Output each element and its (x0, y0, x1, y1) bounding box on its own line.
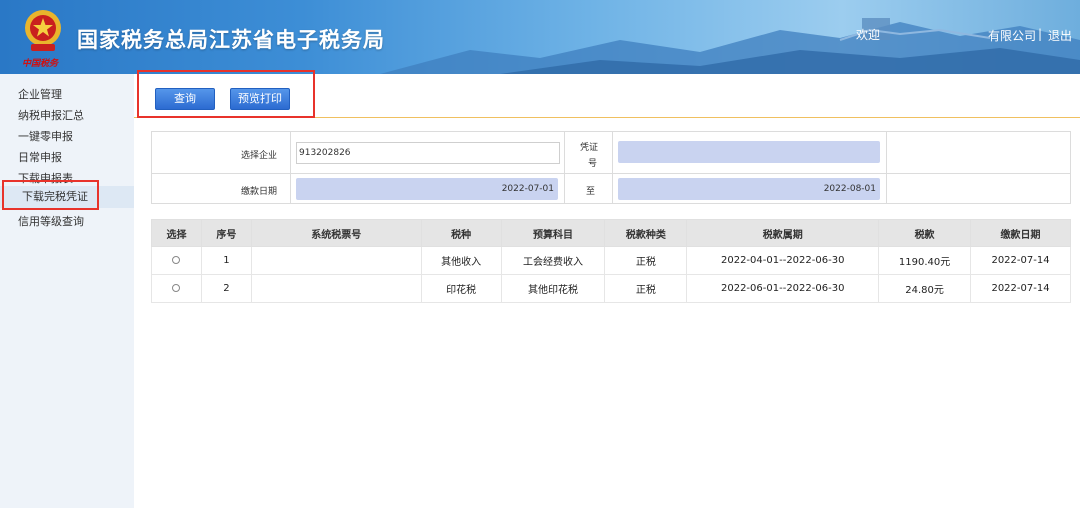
logout-link[interactable]: 退出 (1048, 27, 1072, 44)
header-banner: 中国税务 国家税务总局江苏省电子税务局 欢迎 有限公司 | 退出 (0, 0, 1080, 74)
row-budget: 其他印花税 (500, 274, 606, 303)
col-select: 选择 (151, 219, 202, 247)
sidebar: 企业管理 纳税申报汇总 一键零申报 日常申报 下载申报表 下载完税凭证 信用等级… (0, 74, 134, 508)
row-radio-button[interactable] (172, 256, 181, 264)
row-pay-date: 2022-07-14 (970, 246, 1071, 275)
sidebar-item-company-management[interactable]: 企业管理 (18, 86, 62, 102)
row-radio-button[interactable] (172, 284, 181, 292)
sidebar-item-download-declaration[interactable]: 下载申报表 (18, 170, 73, 186)
date-from-input[interactable]: 2022-07-01 (296, 178, 558, 200)
sidebar-item-download-tax-certificate[interactable]: 下载完税凭证 (0, 186, 134, 208)
col-period: 税款属期 (686, 219, 880, 247)
query-button[interactable]: 查询 (155, 88, 215, 110)
voucher-label-2: 号 (588, 159, 598, 169)
voucher-label-1: 凭证 (580, 143, 599, 153)
col-ticket: 系统税票号 (250, 219, 422, 247)
col-tax-type: 税种 (420, 219, 502, 247)
row-amount: 1190.40元 (878, 246, 972, 275)
row-seq: 1 (200, 246, 252, 275)
row-budget: 工会经费收入 (500, 246, 606, 275)
row-tax-type: 其他收入 (420, 246, 502, 275)
row-select-cell[interactable] (151, 246, 202, 275)
query-form: 选择企业 913202826 凭证 号 缴款日期 2022-07-01 至 20… (151, 131, 1071, 204)
table-header-row: 选择 序号 系统税票号 税种 预算科目 税款种类 税款属期 税款 缴款日期 (151, 219, 1071, 247)
row-pay-date: 2022-07-14 (970, 274, 1071, 303)
row-period: 2022-06-01--2022-06-30 (686, 274, 880, 303)
company-name: 有限公司 (988, 29, 1037, 43)
row-select-cell[interactable] (151, 274, 202, 303)
welcome-text: 欢迎 (856, 28, 881, 42)
print-preview-button[interactable]: 预览打印 (230, 88, 290, 110)
company-label: 选择企业 (241, 151, 278, 161)
sidebar-item-daily-declaration[interactable]: 日常申报 (18, 149, 62, 165)
col-kind: 税款种类 (604, 219, 688, 247)
header-separator: | (1038, 27, 1043, 41)
tax-emblem-icon (25, 10, 61, 51)
date-to-input[interactable]: 2022-08-01 (618, 178, 880, 200)
voucher-number-input[interactable] (618, 141, 880, 163)
col-budget: 预算科目 (500, 219, 606, 247)
col-amount: 税款 (878, 219, 972, 247)
to-label: 至 (586, 187, 596, 197)
col-pay-date: 缴款日期 (970, 219, 1071, 247)
company-select[interactable]: 913202826 (296, 142, 560, 164)
pay-date-label: 缴款日期 (241, 187, 278, 197)
sidebar-item-credit-rating[interactable]: 信用等级查询 (18, 213, 84, 229)
row-seq: 2 (200, 274, 252, 303)
sidebar-item-zero-declaration[interactable]: 一键零申报 (18, 128, 73, 144)
row-ticket (250, 274, 422, 303)
row-amount: 24.80元 (878, 274, 972, 303)
row-kind: 正税 (604, 274, 688, 303)
row-ticket (250, 246, 422, 275)
tax-certificate-table: 选择 序号 系统税票号 税种 预算科目 税款种类 税款属期 税款 缴款日期 1 … (151, 219, 1071, 303)
col-seq: 序号 (200, 219, 252, 247)
row-kind: 正税 (604, 246, 688, 275)
site-title: 国家税务总局江苏省电子税务局 (77, 28, 385, 52)
table-row[interactable]: 2 印花税 其他印花税 正税 2022-06-01--2022-06-30 24… (151, 274, 1071, 303)
row-period: 2022-04-01--2022-06-30 (686, 246, 880, 275)
toolbar: 查询 预览打印 (134, 74, 1080, 118)
logo-caption: 中国税务 (22, 59, 59, 69)
sidebar-item-tax-summary[interactable]: 纳税申报汇总 (18, 107, 84, 123)
table-row[interactable]: 1 其他收入 工会经费收入 正税 2022-04-01--2022-06-30 … (151, 246, 1071, 275)
row-tax-type: 印花税 (420, 274, 502, 303)
